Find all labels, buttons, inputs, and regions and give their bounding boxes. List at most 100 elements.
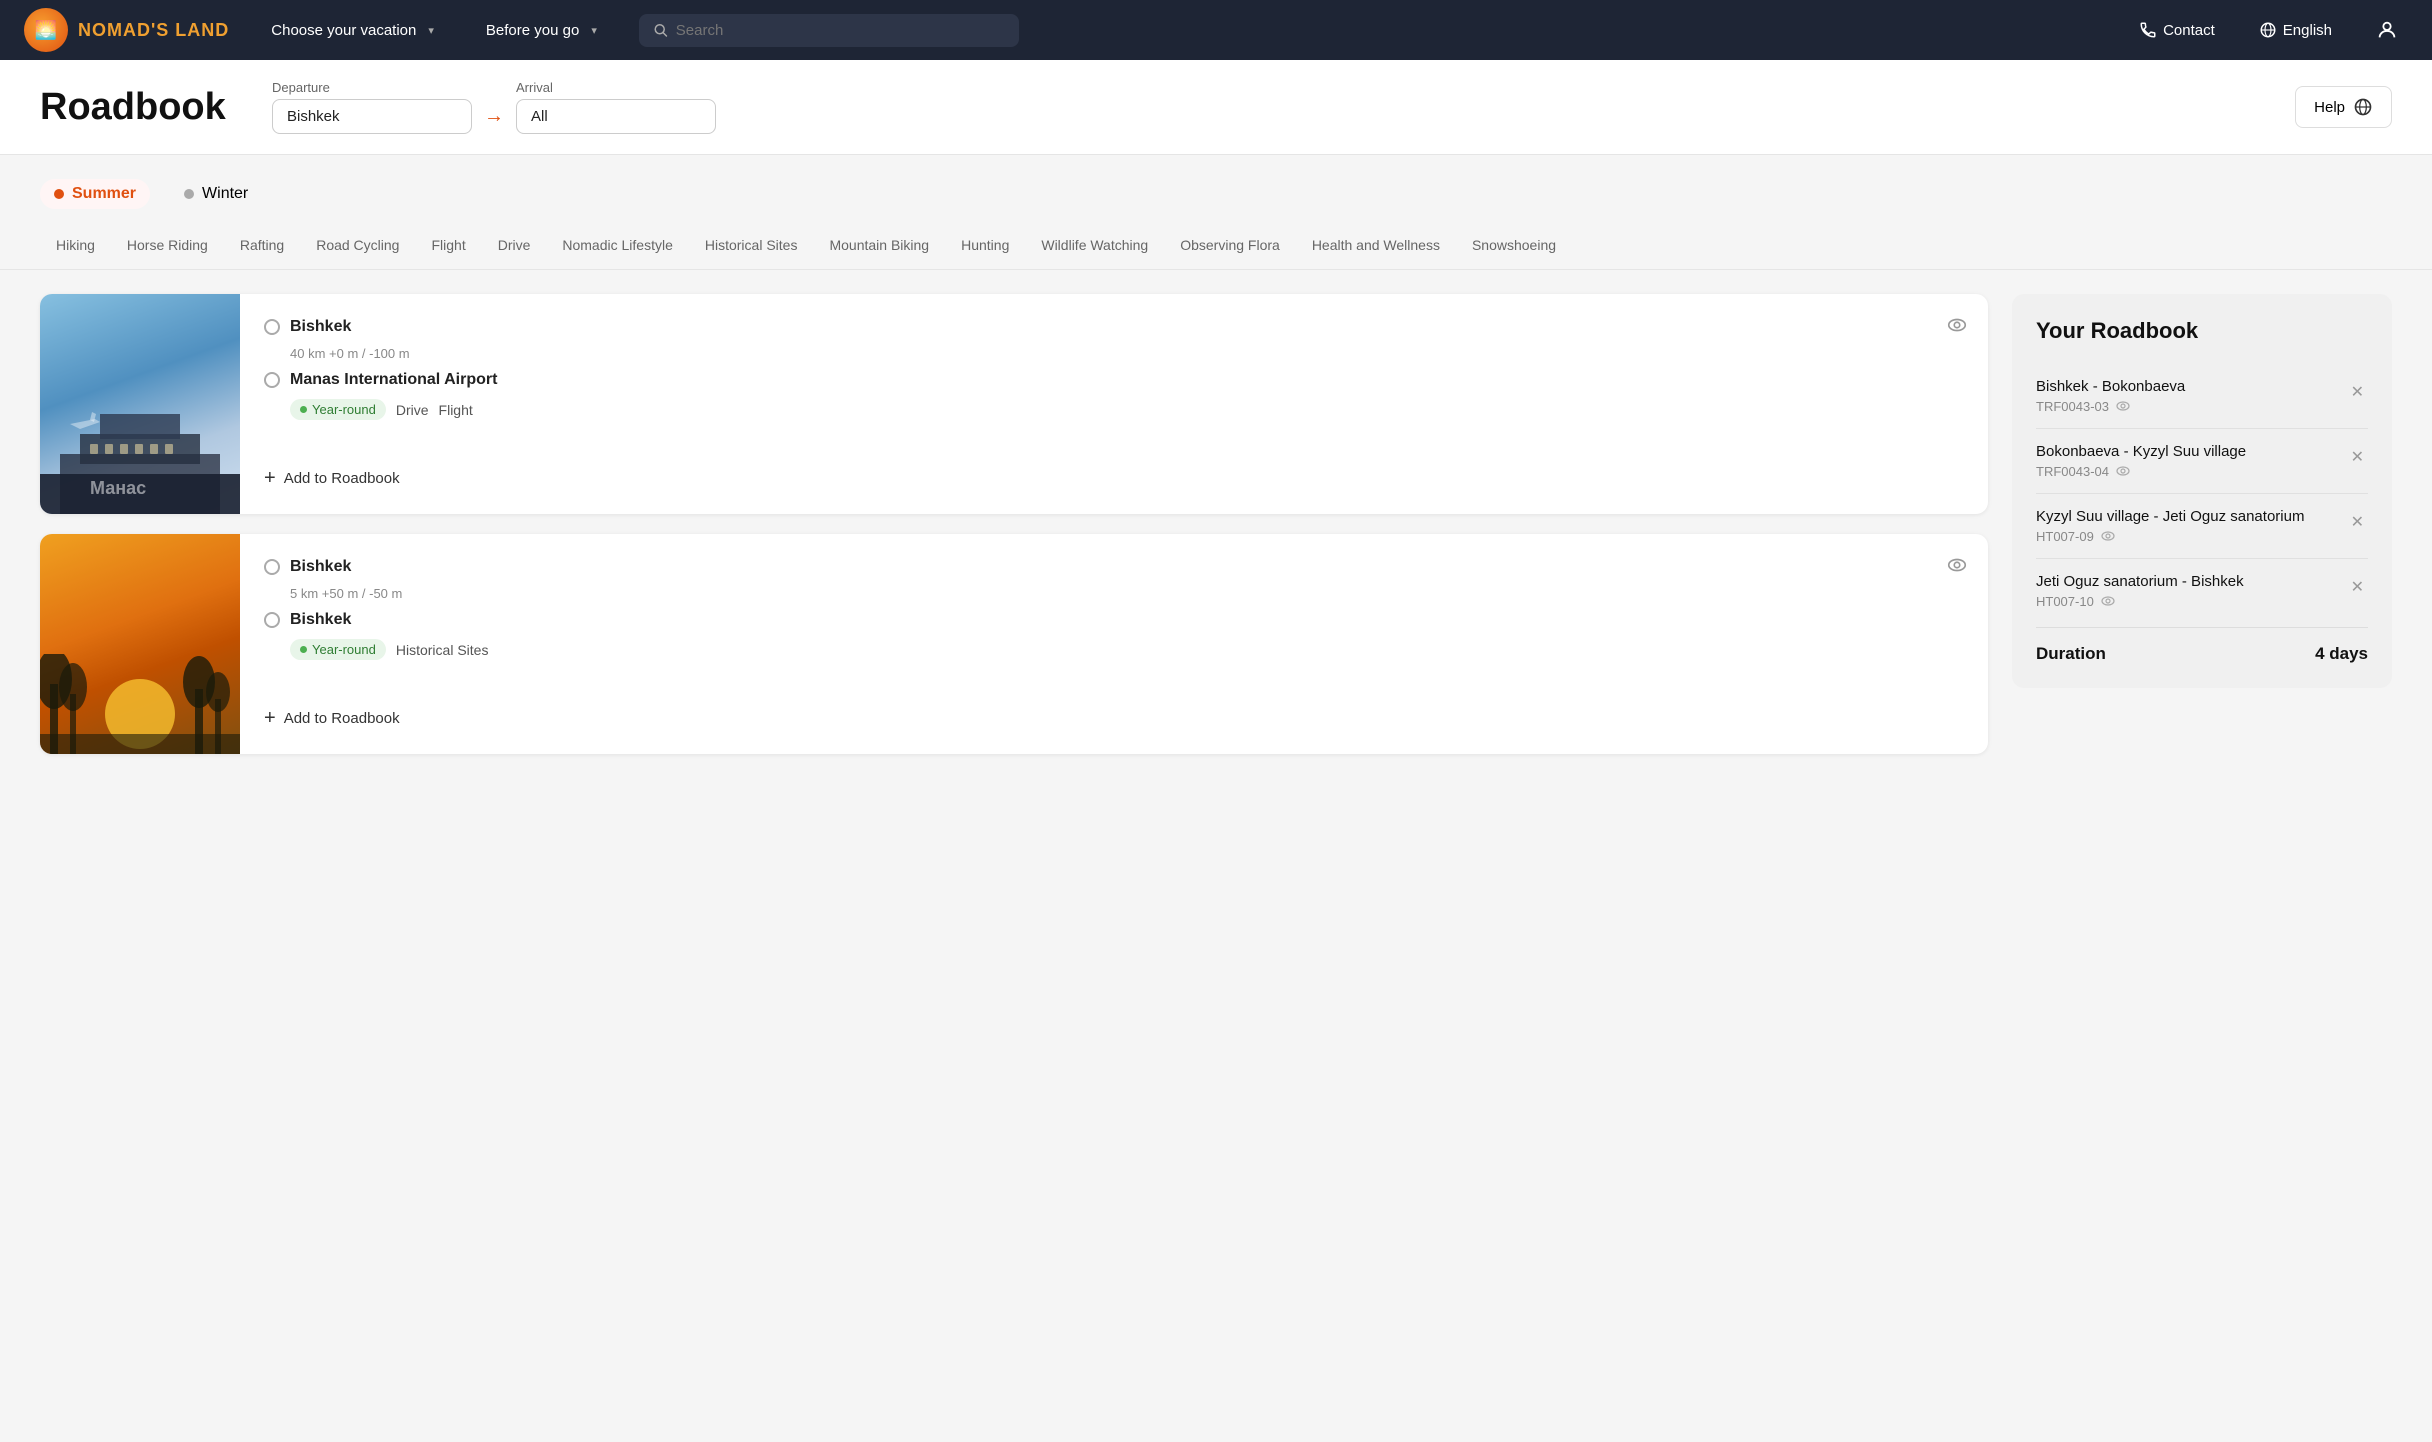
remove-item-button[interactable]: ✕: [2347, 378, 2368, 406]
category-tag-hunting[interactable]: Hunting: [945, 229, 1025, 261]
eye-icon: [2115, 463, 2131, 479]
add-to-roadbook-button[interactable]: +Add to Roadbook: [264, 461, 1964, 496]
winter-dot: [184, 189, 194, 199]
chevron-down-icon: ▾: [591, 24, 597, 37]
page-title: Roadbook: [40, 86, 240, 129]
summer-button[interactable]: Summer: [40, 179, 150, 209]
roadbook-item: Kyzyl Suu village - Jeti Oguz sanatorium…: [2036, 494, 2368, 559]
roadbook-sidebar: Your Roadbook Bishkek - Bokonbaeva TRF00…: [2012, 294, 2392, 688]
airport-image: Манас: [40, 294, 240, 514]
roadbook-duration: Duration 4 days: [2036, 627, 2368, 664]
departure-group: Departure Bishkek Osh Karakol: [272, 80, 472, 134]
category-tag-observing-flora[interactable]: Observing Flora: [1164, 229, 1296, 261]
rb-item-code: TRF0043-03: [2036, 398, 2185, 414]
trip-radio[interactable]: [264, 319, 280, 335]
trip-tags: Year-round Drive Flight: [290, 399, 1964, 420]
trip-info: Bishkek40 km +0 m / -100 mManas Internat…: [240, 294, 1988, 514]
departure-select[interactable]: Bishkek Osh Karakol: [272, 99, 472, 134]
rb-item-name: Kyzyl Suu village - Jeti Oguz sanatorium: [2036, 508, 2304, 525]
trip-radio[interactable]: [264, 559, 280, 575]
arrival-group: Arrival All Bokonbaeva Karakol: [516, 80, 716, 134]
rb-item-info: Bokonbaeva - Kyzyl Suu village TRF0043-0…: [2036, 443, 2246, 479]
category-tag-health-and-wellness[interactable]: Health and Wellness: [1296, 229, 1456, 261]
svg-text:Манас: Манас: [90, 478, 146, 498]
trip-tags: Year-round Historical Sites: [290, 639, 1964, 660]
trip-card: Bishkek 5 km +50 m / -50 m Bishkek Year-rou…: [40, 534, 1988, 754]
category-tag-wildlife-watching[interactable]: Wildlife Watching: [1025, 229, 1164, 261]
category-tag-flight[interactable]: Flight: [415, 229, 481, 261]
trips-list: Манас Bishkek40 km +0 m / -100 mManas In…: [40, 294, 1988, 754]
search-bar[interactable]: [639, 14, 1019, 47]
contact-button[interactable]: Contact: [2129, 15, 2225, 45]
logo-text: NOMAD'S LAND: [78, 20, 229, 41]
trip-type-tag: Drive: [396, 402, 429, 418]
add-to-roadbook-button[interactable]: +Add to Roadbook: [264, 701, 1964, 736]
logo[interactable]: 🌅 NOMAD'S LAND: [24, 8, 229, 52]
arrow-right-icon: →: [484, 105, 504, 128]
remove-item-button[interactable]: ✕: [2347, 573, 2368, 601]
user-menu-button[interactable]: [2366, 13, 2408, 47]
globe-icon: [2259, 21, 2277, 39]
help-button[interactable]: Help: [2295, 86, 2392, 128]
search-icon: [653, 22, 668, 38]
winter-button[interactable]: Winter: [170, 179, 262, 209]
trip-from: Bishkek: [264, 558, 1964, 576]
trip-eye-button[interactable]: [1946, 314, 1968, 342]
arrival-label: Arrival: [516, 80, 716, 95]
trip-to: Manas International Airport: [264, 371, 1964, 389]
contact-label: Contact: [2163, 22, 2215, 39]
route-controls: Departure Bishkek Osh Karakol → Arrival …: [272, 80, 2263, 134]
rb-item-name: Bokonbaeva - Kyzyl Suu village: [2036, 443, 2246, 460]
rb-item-name: Bishkek - Bokonbaeva: [2036, 378, 2185, 395]
rb-item-code: TRF0043-04: [2036, 463, 2246, 479]
search-input[interactable]: [676, 22, 1005, 39]
main-layout: Манас Bishkek40 km +0 m / -100 mManas In…: [0, 270, 2432, 778]
year-round-badge: Year-round: [290, 399, 386, 420]
category-tag-snowshoeing[interactable]: Snowshoeing: [1456, 229, 1572, 261]
arrival-select[interactable]: All Bokonbaeva Karakol: [516, 99, 716, 134]
category-tag-historical-sites[interactable]: Historical Sites: [689, 229, 814, 261]
trip-type-tag: Flight: [439, 402, 473, 418]
roadbook-title: Your Roadbook: [2036, 318, 2368, 344]
language-selector[interactable]: English: [2249, 15, 2342, 45]
roadbook-item: Bishkek - Bokonbaeva TRF0043-03 ✕: [2036, 364, 2368, 429]
logo-icon: 🌅: [24, 8, 68, 52]
roadbook-item: Bokonbaeva - Kyzyl Suu village TRF0043-0…: [2036, 429, 2368, 494]
before-you-go-menu[interactable]: Before you go ▾: [476, 16, 607, 45]
remove-item-button[interactable]: ✕: [2347, 508, 2368, 536]
rb-item-name: Jeti Oguz sanatorium - Bishkek: [2036, 573, 2244, 590]
user-icon: [2376, 19, 2398, 41]
category-tag-drive[interactable]: Drive: [482, 229, 547, 261]
summer-dot: [54, 189, 64, 199]
category-tag-road-cycling[interactable]: Road Cycling: [300, 229, 415, 261]
category-tag-rafting[interactable]: Rafting: [224, 229, 300, 261]
category-tag-mountain-biking[interactable]: Mountain Biking: [813, 229, 945, 261]
trip-stats: 40 km +0 m / -100 m: [290, 346, 1964, 361]
choose-vacation-label: Choose your vacation: [271, 22, 416, 39]
trip-radio-dest[interactable]: [264, 612, 280, 628]
trip-stats: 5 km +50 m / -50 m: [290, 586, 1964, 601]
rb-item-info: Bishkek - Bokonbaeva TRF0043-03: [2036, 378, 2185, 414]
trip-to: Bishkek: [264, 611, 1964, 629]
choose-vacation-menu[interactable]: Choose your vacation ▾: [261, 16, 444, 45]
help-globe-icon: [2353, 97, 2373, 117]
category-tag-horse-riding[interactable]: Horse Riding: [111, 229, 224, 261]
summer-label: Summer: [72, 185, 136, 203]
eye-icon: [2100, 593, 2116, 609]
trip-type-tag: Historical Sites: [396, 642, 489, 658]
trip-eye-button[interactable]: [1946, 554, 1968, 582]
before-you-go-label: Before you go: [486, 22, 579, 39]
phone-icon: [2139, 21, 2157, 39]
nav-right: Contact English: [2129, 13, 2408, 47]
remove-item-button[interactable]: ✕: [2347, 443, 2368, 471]
year-round-badge: Year-round: [290, 639, 386, 660]
trip-radio-dest[interactable]: [264, 372, 280, 388]
sunset-image: [40, 534, 240, 754]
category-tag-hiking[interactable]: Hiking: [40, 229, 111, 261]
trip-card: Манас Bishkek40 km +0 m / -100 mManas In…: [40, 294, 1988, 514]
departure-label: Departure: [272, 80, 472, 95]
category-tag-nomadic-lifestyle[interactable]: Nomadic Lifestyle: [546, 229, 689, 261]
rb-item-code: HT007-10: [2036, 593, 2244, 609]
rb-item-code: HT007-09: [2036, 528, 2304, 544]
help-label: Help: [2314, 99, 2345, 116]
